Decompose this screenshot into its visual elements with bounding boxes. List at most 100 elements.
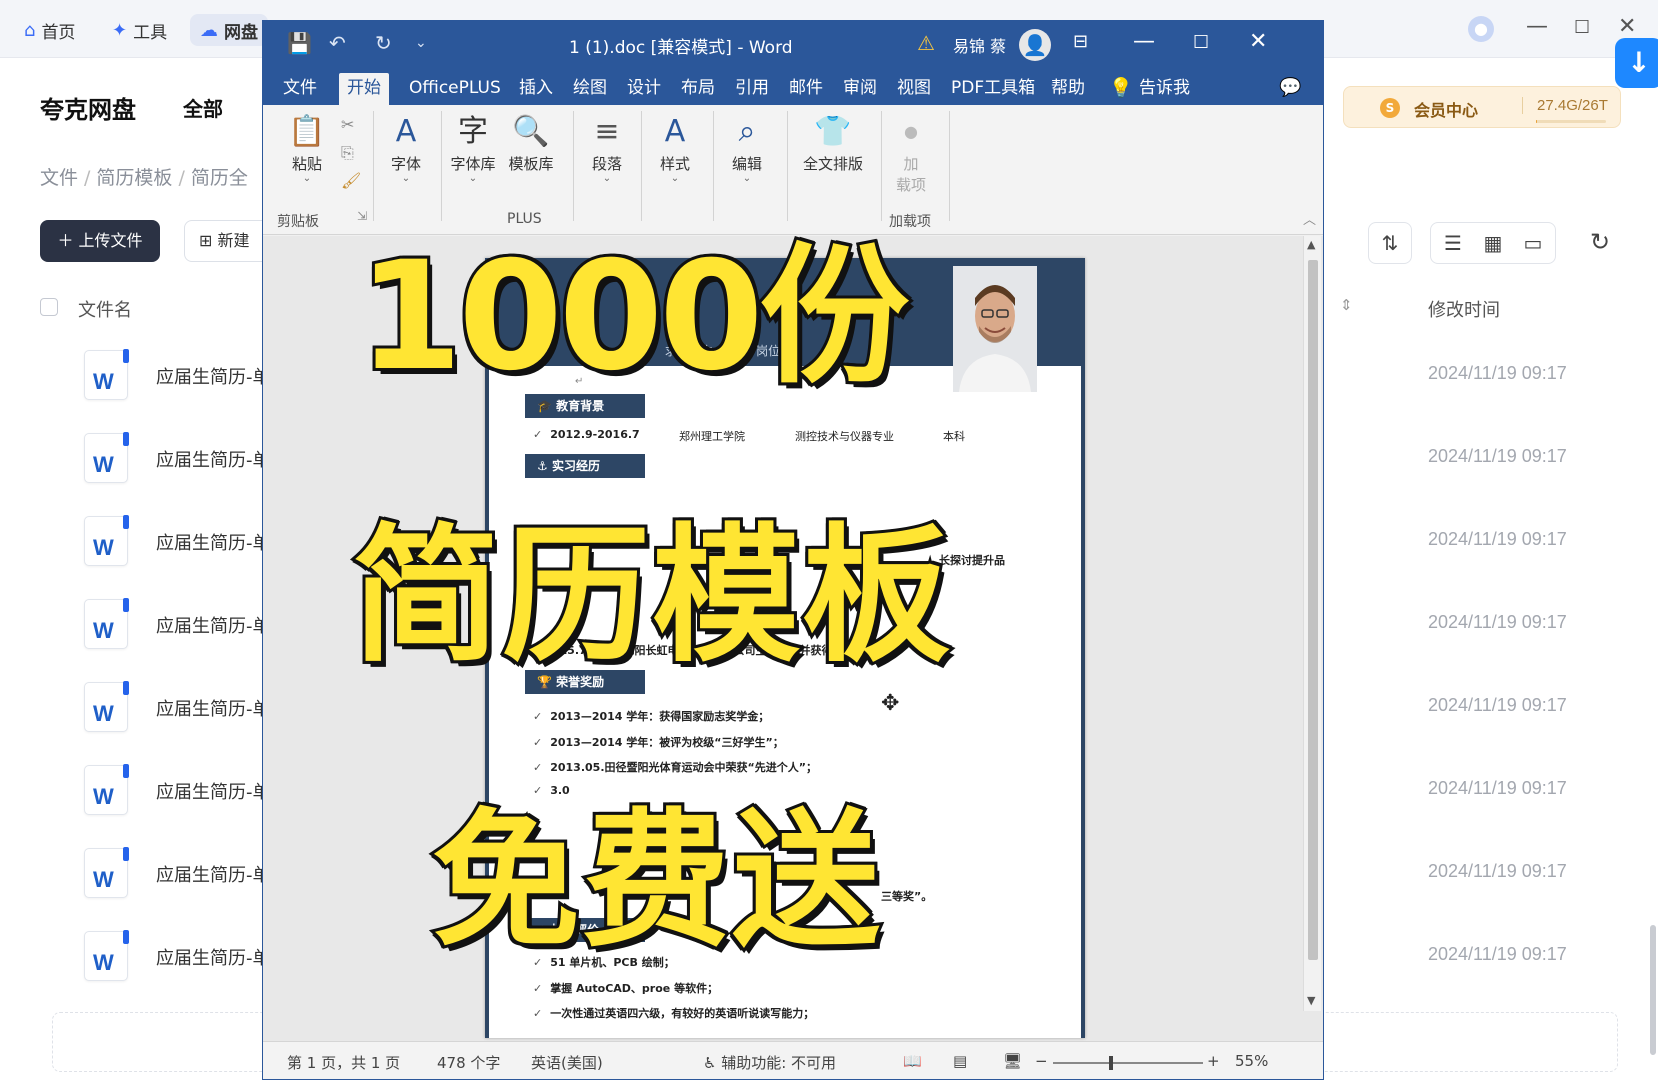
grid-view-icon[interactable]: ▦ xyxy=(1473,223,1513,263)
file-name[interactable]: 应届生简历-单 xyxy=(156,446,271,472)
vertical-scrollbar[interactable]: ▲ ▼ xyxy=(1303,236,1321,1011)
breadcrumb-item[interactable]: 简历全 xyxy=(191,167,248,189)
tab-review[interactable]: 审阅 xyxy=(843,73,877,105)
editing-button[interactable]: ⌕ 编辑 ⌄ xyxy=(721,111,773,184)
education-major: 测控技术与仪器专业 xyxy=(795,430,894,443)
close-icon[interactable]: ✕ xyxy=(1249,29,1267,54)
upload-label: 上传文件 xyxy=(78,231,143,250)
tab-layout[interactable]: 布局 xyxy=(681,73,715,105)
education-period: 2012.9-2016.7 xyxy=(550,428,640,441)
scrollbar[interactable] xyxy=(1650,925,1656,1055)
preview-view-icon[interactable]: ▭ xyxy=(1513,223,1553,263)
tab-file[interactable]: 文件 xyxy=(283,73,317,105)
addins-button[interactable]: ● 加载项 xyxy=(889,111,933,195)
ribbon-display-icon[interactable]: ⊟ xyxy=(1073,31,1088,52)
column-header-name[interactable]: 文件名 xyxy=(78,296,132,322)
list-view-icon[interactable]: ☰ xyxy=(1433,223,1473,263)
scroll-up-icon[interactable]: ▲ xyxy=(1307,238,1315,251)
file-name[interactable]: 应届生简历-单 xyxy=(156,529,271,555)
refresh-icon[interactable]: ↻ xyxy=(1580,222,1620,264)
new-button[interactable]: ⊞ 新建 xyxy=(184,220,274,262)
read-mode-icon[interactable]: 📖 xyxy=(903,1052,922,1070)
maximize-icon[interactable]: ☐ xyxy=(1574,17,1590,38)
paragraph-button[interactable]: ≡ 段落 ⌄ xyxy=(581,111,633,184)
zoom-level[interactable]: 55% xyxy=(1235,1052,1268,1070)
tab-help[interactable]: 帮助 xyxy=(1051,73,1085,105)
breadcrumb-item[interactable]: 简历模板 xyxy=(96,167,172,189)
zoom-slider[interactable] xyxy=(1053,1056,1203,1070)
file-mtime: 2024/11/19 09:17 xyxy=(1428,446,1567,466)
resume-photo[interactable] xyxy=(953,266,1037,392)
file-name[interactable]: 应届生简历-单 xyxy=(156,861,271,887)
nav-drive[interactable]: ☁ 网盘 xyxy=(190,14,268,46)
scroll-thumb[interactable] xyxy=(1308,260,1318,960)
file-name[interactable]: 应届生简历-单 xyxy=(156,612,271,638)
storage-bar-fill xyxy=(1536,120,1537,123)
sort-button[interactable]: ⇅ xyxy=(1368,222,1412,264)
word-file-icon: W xyxy=(84,598,129,649)
format-painter-icon[interactable]: 🖌 xyxy=(341,171,361,190)
close-icon[interactable]: ✕ xyxy=(1618,14,1636,39)
font-button[interactable]: A 字体 ⌄ xyxy=(381,111,431,184)
account-avatar[interactable]: 👤 xyxy=(1019,29,1051,61)
maximize-icon[interactable]: ☐ xyxy=(1193,32,1209,53)
customize-toolbar-icon[interactable]: ⌄ xyxy=(415,35,427,51)
warning-icon[interactable]: ⚠ xyxy=(917,31,935,55)
file-name[interactable]: 应届生简历-单 xyxy=(156,778,271,804)
word-file-icon: W xyxy=(84,432,129,483)
collapse-ribbon-icon[interactable]: ︿ xyxy=(1303,209,1316,228)
column-header-mtime[interactable]: 修改时间 xyxy=(1428,296,1500,322)
font-library-button[interactable]: 字字体库 ⌄ xyxy=(447,111,499,184)
nav-home[interactable]: ⌂ 首页 xyxy=(14,14,85,46)
account-name[interactable]: 易锦 蔡 xyxy=(953,33,1006,57)
word-count[interactable]: 478 个字 xyxy=(437,1052,500,1073)
paragraph-label: 段落 xyxy=(591,155,622,173)
tab-pdf-tools[interactable]: PDF工具箱 xyxy=(951,73,1035,105)
zoom-in-icon[interactable]: + xyxy=(1207,1052,1220,1070)
styles-button[interactable]: A 样式 ⌄ xyxy=(649,111,701,184)
paste-button[interactable]: 📋 粘贴 ⌄ xyxy=(285,111,329,184)
select-all-checkbox[interactable] xyxy=(40,298,58,316)
tab-view[interactable]: 视图 xyxy=(897,73,931,105)
redo-icon[interactable]: ↻ xyxy=(375,31,392,55)
tab-design[interactable]: 设计 xyxy=(627,73,661,105)
print-layout-icon[interactable]: ▤ xyxy=(953,1052,967,1070)
language[interactable]: 英语(美国) xyxy=(531,1052,603,1073)
nav-tools[interactable]: ✦ 工具 xyxy=(102,14,177,46)
comments-icon[interactable]: 💬 xyxy=(1279,73,1301,105)
page-count[interactable]: 第 1 页，共 1 页 xyxy=(287,1052,400,1073)
tab-mailings[interactable]: 邮件 xyxy=(789,73,823,105)
undo-icon[interactable]: ↶ xyxy=(329,31,346,55)
member-center-card[interactable]: S 会员中心 27.4G/26T xyxy=(1343,86,1621,128)
cut-icon[interactable]: ✂ xyxy=(341,115,354,134)
tab-home[interactable]: 开始 xyxy=(339,73,389,105)
copy-icon[interactable]: ⎘ xyxy=(341,143,354,163)
tab-draw[interactable]: 绘图 xyxy=(573,73,607,105)
download-button[interactable]: ↓ xyxy=(1615,38,1658,88)
sort-caret-icon[interactable]: ⇕ xyxy=(1340,296,1353,314)
file-name[interactable]: 应届生简历-单 xyxy=(156,944,271,970)
breadcrumb-item[interactable]: 文件 xyxy=(40,167,78,189)
minimize-icon[interactable]: — xyxy=(1526,14,1548,39)
word-file-icon: W xyxy=(84,930,129,981)
user-avatar[interactable]: ● xyxy=(1468,16,1494,42)
file-name[interactable]: 应届生简历-单 xyxy=(156,695,271,721)
zoom-out-icon[interactable]: − xyxy=(1035,1052,1048,1070)
window-title: 1 (1).doc [兼容模式] - Word xyxy=(569,38,793,58)
scroll-down-icon[interactable]: ▼ xyxy=(1307,994,1315,1007)
template-library-button[interactable]: 🔍 模板库 xyxy=(505,111,557,174)
accessibility-label: 辅助功能: 不可用 xyxy=(721,1054,837,1072)
web-layout-icon[interactable]: 🖥 xyxy=(1003,1052,1022,1070)
minimize-icon[interactable]: — xyxy=(1133,29,1155,54)
full-layout-button[interactable]: 👕 全文排版 xyxy=(793,111,873,174)
zoom-slider-thumb[interactable] xyxy=(1109,1056,1113,1070)
tab-references[interactable]: 引用 xyxy=(735,73,769,105)
file-name[interactable]: 应届生简历-单 xyxy=(156,363,271,389)
upload-button[interactable]: ＋ 上传文件 xyxy=(40,220,160,262)
tab-insert[interactable]: 插入 xyxy=(519,73,553,105)
save-icon[interactable]: 💾 xyxy=(287,31,312,55)
accessibility-status[interactable]: ♿ 辅助功能: 不可用 xyxy=(703,1052,836,1073)
tab-officeplus[interactable]: OfficePLUS xyxy=(409,73,501,105)
tell-me-search[interactable]: 告诉我 xyxy=(1139,73,1190,105)
scope-tab-all[interactable]: 全部 xyxy=(183,93,223,122)
